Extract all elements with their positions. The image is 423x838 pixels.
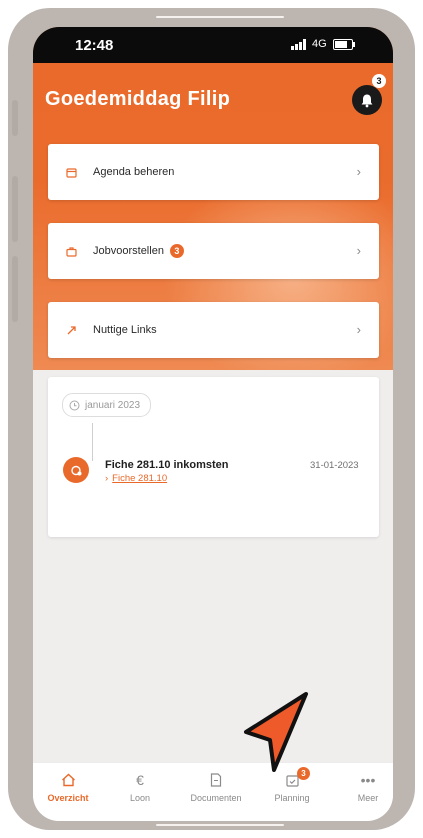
document-icon — [210, 771, 222, 789]
tab-label: Overzicht — [47, 793, 89, 803]
chevron-right-icon: › — [105, 473, 109, 484]
signal-icon — [291, 38, 306, 50]
chevron-right-icon: › — [356, 164, 361, 179]
status-bar: 12:48 4G — [33, 27, 393, 63]
frame-top-line — [156, 16, 284, 18]
briefcase-icon — [66, 245, 78, 257]
clock-icon — [69, 400, 80, 410]
month-filter[interactable]: januari 2023 — [62, 393, 152, 417]
home-icon — [61, 771, 76, 789]
more-icon: ••• — [360, 772, 376, 788]
link-icon — [66, 324, 78, 336]
battery-icon — [332, 38, 355, 50]
tab-label: Documenten — [190, 793, 242, 803]
timeline-line — [92, 423, 93, 461]
mute-switch — [12, 100, 18, 136]
card-label: Agenda beheren — [93, 166, 175, 178]
volume-up-button — [12, 176, 18, 242]
greeting-title: Goedemiddag Filip — [45, 88, 231, 110]
timeline-item-title: Fiche 281.10 inkomsten — [105, 459, 229, 471]
timeline-item-date: 31-01-2023 — [310, 460, 359, 471]
timeline-card: januari 2023 Fiche 281.10 inkomsten › Fic… — [48, 377, 379, 537]
volume-down-button — [12, 256, 18, 322]
tab-label: Meer — [357, 793, 379, 803]
notification-badge: 3 — [372, 74, 386, 88]
tab-overzicht[interactable]: Overzicht — [33, 771, 103, 803]
status-time: 12:48 — [75, 37, 114, 54]
tab-label: Loon — [129, 793, 151, 803]
chevron-right-icon: › — [356, 322, 361, 337]
timeline-link-label: Fiche 281.10 — [112, 473, 168, 484]
card-nuttige-links[interactable]: Nuttige Links › — [48, 302, 379, 358]
euro-icon: € — [136, 772, 144, 788]
notifications-button[interactable] — [352, 85, 382, 115]
tab-loon[interactable]: € Loon — [105, 771, 175, 803]
network-label: 4G — [312, 38, 327, 50]
card-jobvoorstellen[interactable]: Jobvoorstellen 3 › — [48, 223, 379, 279]
month-label: januari 2023 — [85, 399, 141, 411]
timeline-item-link[interactable]: › Fiche 281.10 — [105, 473, 167, 484]
frame-bottom-line — [156, 824, 284, 826]
card-agenda-beheren[interactable]: Agenda beheren › — [48, 144, 379, 200]
annotation-arrow-icon — [244, 692, 308, 772]
app-screen: 12:48 4G Goedemiddag Filip 3 Agenda behe… — [33, 27, 393, 821]
bell-icon — [361, 94, 373, 107]
chevron-right-icon: › — [356, 243, 361, 258]
card-label: Jobvoorstellen — [93, 245, 164, 257]
card-label: Nuttige Links — [93, 324, 157, 336]
bottom-tab-bar: Overzicht € Loon Documenten 3 Planning •… — [33, 762, 393, 821]
tab-label: Planning — [274, 793, 310, 803]
tab-meer[interactable]: ••• Meer — [333, 771, 393, 803]
status-indicators: 4G — [291, 38, 355, 50]
calendar-icon — [66, 166, 78, 178]
euro-document-icon — [63, 457, 89, 483]
jobvoorstellen-badge: 3 — [169, 244, 184, 258]
